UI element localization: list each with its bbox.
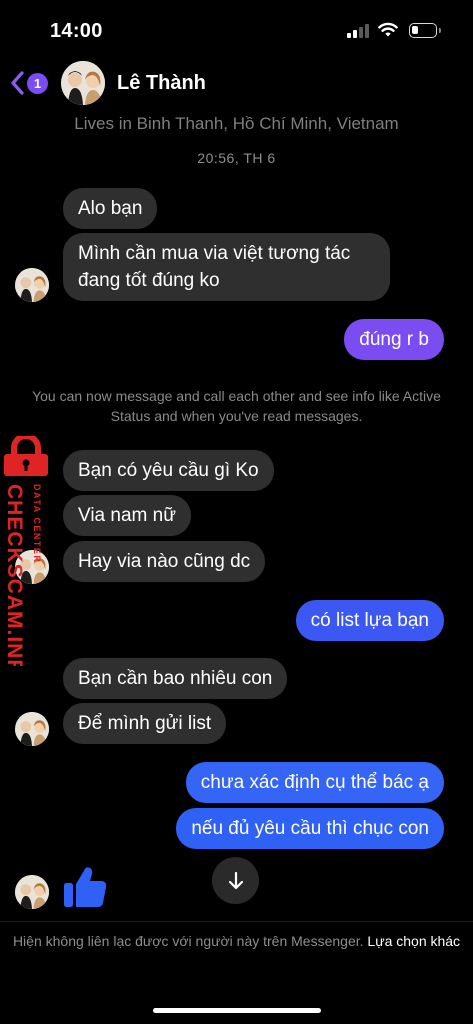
message-incoming[interactable]: Để mình gửi list <box>63 703 227 744</box>
message-outgoing[interactable]: chưa xác định cụ thể bác ạ <box>185 762 444 803</box>
contact-avatar[interactable] <box>61 61 105 105</box>
status-time: 14:00 <box>50 20 103 42</box>
arrow-down-icon <box>228 871 243 889</box>
footer-divider <box>0 921 473 922</box>
unavailable-notice: Hiện không liên lạc được với người này t… <box>0 930 473 953</box>
message-outgoing[interactable]: đúng r b <box>344 319 444 360</box>
message-incoming[interactable]: Bạn có yêu cầu gì Ko <box>63 450 274 491</box>
message-incoming[interactable]: Bạn cần bao nhiêu con <box>63 658 288 699</box>
message-outgoing[interactable]: có list lựa bạn <box>295 600 444 641</box>
contact-avatar-small <box>15 712 49 746</box>
contact-avatar-small <box>15 875 49 909</box>
message-incoming[interactable]: Via nam nữ <box>63 495 191 536</box>
message-outgoing[interactable]: nếu đủ yêu cầu thì chục con <box>176 808 444 849</box>
contact-location: Lives in Binh Thanh, Hồ Chí Minh, Vietna… <box>74 114 399 133</box>
message-incoming[interactable]: Alo bạn <box>63 188 158 229</box>
connection-notice: You can now message and call each other … <box>32 388 441 424</box>
unavailable-text: Hiện không liên lạc được với người này t… <box>12 933 364 949</box>
other-options-link[interactable]: Lựa chọn khác <box>367 933 460 949</box>
signal-icon <box>347 24 369 38</box>
wifi-icon <box>378 22 398 37</box>
message-incoming[interactable]: Hay via nào cũng dc <box>63 541 266 582</box>
battery-icon <box>409 23 441 38</box>
svg-text:CHECKSCAM.INFO: CHECKSCAM.INFO <box>3 484 26 666</box>
contact-name[interactable]: Lê Thành <box>117 72 206 95</box>
contact-avatar-small <box>15 268 49 302</box>
message-incoming[interactable]: Mình cần mua via việt tương tác đang tốt… <box>63 233 390 301</box>
checkscam-watermark: CHECKSCAM.INFO DATA CENTER <box>3 436 48 666</box>
unread-badge[interactable]: 1 <box>27 73 48 94</box>
thumbs-up-icon[interactable] <box>62 864 108 910</box>
scroll-to-bottom-button[interactable] <box>212 857 259 904</box>
svg-text:DATA CENTER: DATA CENTER <box>32 484 42 563</box>
thread-timestamp: 20:56, TH 6 <box>197 150 276 166</box>
lock-icon <box>4 436 48 476</box>
home-indicator[interactable] <box>153 1008 321 1013</box>
chevron-left-icon[interactable] <box>10 70 26 96</box>
